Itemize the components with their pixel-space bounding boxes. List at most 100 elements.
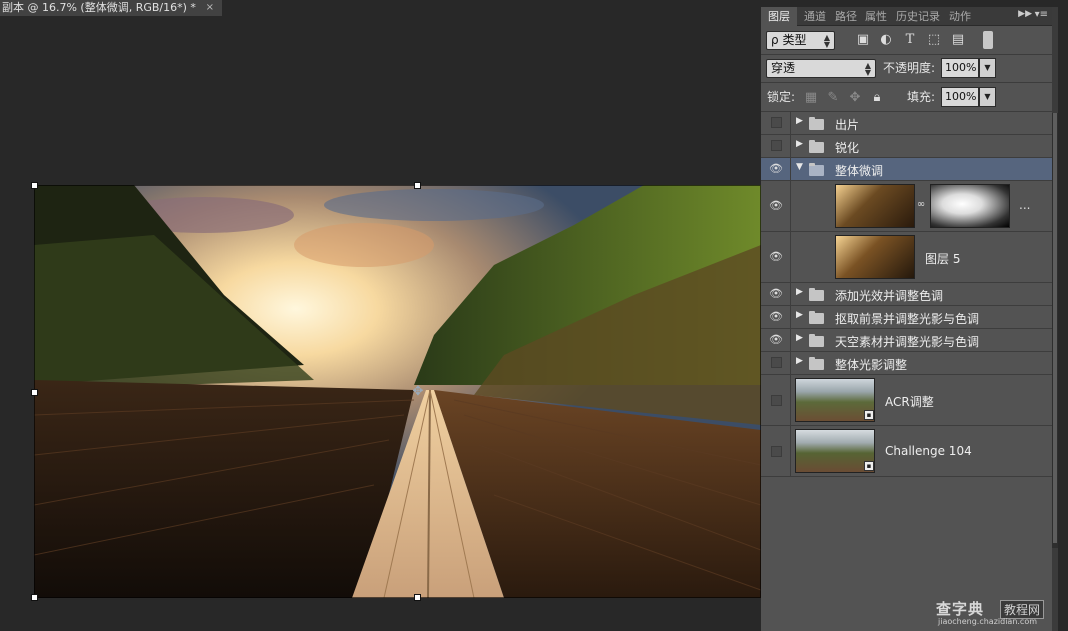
visibility-cell[interactable]: 👁︎: [761, 232, 791, 282]
fill-slider-button[interactable]: ▼: [979, 87, 996, 107]
visibility-off-box[interactable]: [771, 357, 782, 368]
transform-handle[interactable]: [31, 594, 38, 601]
layer-thumbnail[interactable]: [795, 429, 875, 473]
collapse-arrow-icon[interactable]: ▼: [796, 162, 806, 172]
lock-row: 锁定: ▦ ✎ ✥ 🔒︎ 填充: 100% ▼: [761, 83, 1052, 112]
eye-icon[interactable]: 👁︎: [769, 199, 783, 213]
lock-all-icon[interactable]: 🔒︎: [869, 90, 885, 106]
layer-group[interactable]: ▶ 出片: [761, 112, 1052, 135]
lock-label: 锁定:: [767, 90, 796, 104]
filter-shape-icon[interactable]: ⬚: [926, 32, 942, 48]
blend-mode-dropdown[interactable]: 穿透 ▲ ▼: [766, 59, 876, 78]
eye-icon[interactable]: 👁︎: [769, 250, 783, 264]
watermark: 查字典 教程网 jiaocheng.chazidian.com: [936, 598, 1062, 628]
lock-move-icon[interactable]: ✥: [847, 90, 863, 106]
layers-panel: 图层 通道 路径 属性 历史记录 动作 ▶▶ ▾≡ ρ 类型 ▲ ▼ ▣ ◐ T …: [761, 7, 1052, 550]
layer-group-selected[interactable]: 👁︎ ▼ 整体微调: [761, 158, 1052, 181]
layer-group[interactable]: 👁︎ ▶ 天空素材并调整光影与色调: [761, 329, 1052, 352]
tab-properties[interactable]: 属性: [861, 7, 891, 26]
fill-input[interactable]: 100%: [941, 87, 979, 107]
tab-actions[interactable]: 动作: [945, 7, 975, 26]
expand-arrow-icon[interactable]: ▶: [796, 333, 806, 343]
layer-mask-thumbnail[interactable]: [930, 184, 1010, 228]
lock-transparent-icon[interactable]: ▦: [803, 90, 819, 106]
visibility-off-box[interactable]: [771, 446, 782, 457]
visibility-cell[interactable]: [761, 352, 791, 374]
opacity-slider-button[interactable]: ▼: [979, 58, 996, 78]
layer-group[interactable]: 👁︎ ▶ 抠取前景并调整光影与色调: [761, 306, 1052, 329]
eye-icon[interactable]: 👁︎: [769, 287, 783, 301]
filter-toggle-switch[interactable]: [983, 31, 993, 49]
eye-icon[interactable]: 👁︎: [769, 162, 783, 176]
panel-menu-icon[interactable]: ▾≡: [1035, 9, 1048, 20]
document-tab[interactable]: 副本 @ 16.7% (整体微调, RGB/16*) * ×: [0, 0, 222, 16]
watermark-title: 查字典: [936, 600, 985, 618]
expand-arrow-icon[interactable]: ▶: [796, 310, 806, 320]
opacity-label: 不透明度:: [883, 61, 936, 75]
expand-arrow-icon[interactable]: ▶: [796, 356, 806, 366]
lock-brush-icon[interactable]: ✎: [825, 90, 841, 106]
transform-handle[interactable]: [414, 182, 421, 189]
tab-layers[interactable]: 图层: [761, 7, 797, 26]
layer-filter-row: ρ 类型 ▲ ▼ ▣ ◐ T ⬚ ▤: [761, 27, 1052, 55]
filter-pixel-icon[interactable]: ▣: [855, 32, 871, 48]
layer-thumbnail[interactable]: [795, 378, 875, 422]
blend-mode-value: 穿透: [771, 61, 796, 75]
layer-group[interactable]: 👁︎ ▶ 添加光效并调整色调: [761, 283, 1052, 306]
visibility-cell[interactable]: [761, 375, 791, 425]
collapse-panel-icon[interactable]: ▶▶: [1018, 9, 1032, 19]
layer-group[interactable]: ▶ 整体光影调整: [761, 352, 1052, 375]
folder-icon: [809, 288, 824, 301]
pixel-layer[interactable]: 👁︎ 图层 5: [761, 232, 1052, 283]
visibility-off-box[interactable]: [771, 140, 782, 151]
filter-adjustment-icon[interactable]: ◐: [878, 32, 894, 48]
transform-center-icon[interactable]: ✥: [411, 385, 425, 399]
folder-icon: [809, 334, 824, 347]
filter-kind-label: 类型: [782, 33, 807, 47]
layers-scrollbar-thumb[interactable]: [1053, 113, 1057, 543]
canvas-image[interactable]: [34, 185, 761, 598]
visibility-cell[interactable]: 👁︎: [761, 306, 791, 328]
expand-arrow-icon[interactable]: ▶: [796, 116, 806, 126]
visibility-cell[interactable]: 👁︎: [761, 329, 791, 351]
layer-name: 锐化: [835, 141, 860, 155]
visibility-cell[interactable]: [761, 135, 791, 157]
visibility-cell[interactable]: 👁︎: [761, 158, 791, 180]
chevron-updown-icon: ▲ ▼: [823, 33, 830, 49]
layer-thumbnail[interactable]: [835, 184, 915, 228]
smart-object-icon: ▪: [864, 461, 874, 471]
eye-icon[interactable]: 👁︎: [769, 310, 783, 324]
visibility-cell[interactable]: [761, 426, 791, 476]
panel-tabbar: 图层 通道 路径 属性 历史记录 动作 ▶▶ ▾≡: [761, 7, 1052, 26]
visibility-off-box[interactable]: [771, 117, 782, 128]
smart-object-layer[interactable]: ▪ Challenge 104: [761, 426, 1052, 477]
blend-row: 穿透 ▲ ▼ 不透明度: 100% ▼: [761, 55, 1052, 83]
layer-name: 天空素材并调整光影与色调: [835, 335, 980, 349]
tab-history[interactable]: 历史记录: [892, 7, 944, 26]
transform-handle[interactable]: [31, 182, 38, 189]
expand-arrow-icon[interactable]: ▶: [796, 287, 806, 297]
close-icon[interactable]: ×: [206, 0, 214, 16]
tab-channels[interactable]: 通道: [799, 7, 831, 26]
visibility-cell[interactable]: 👁︎: [761, 181, 791, 231]
smart-object-layer[interactable]: ▪ ACR调整: [761, 375, 1052, 426]
eye-icon[interactable]: 👁︎: [769, 333, 783, 347]
layer-name: 抠取前景并调整光影与色调: [835, 312, 980, 326]
filter-smart-object-icon[interactable]: ▤: [950, 32, 966, 48]
filter-kind-dropdown[interactable]: ρ 类型 ▲ ▼: [766, 31, 835, 50]
layer-name: 整体光影调整: [835, 358, 908, 372]
visibility-cell[interactable]: 👁︎: [761, 283, 791, 305]
link-icon[interactable]: ∞: [916, 199, 926, 210]
visibility-cell[interactable]: [761, 112, 791, 134]
visibility-off-box[interactable]: [771, 395, 782, 406]
filter-type-icon[interactable]: T: [902, 32, 918, 48]
folder-icon: [809, 117, 824, 130]
expand-arrow-icon[interactable]: ▶: [796, 139, 806, 149]
layer-thumbnail[interactable]: [835, 235, 915, 279]
adjustment-layer[interactable]: 👁︎ ∞ ...: [761, 181, 1052, 232]
opacity-input[interactable]: 100%: [941, 58, 979, 78]
tab-paths[interactable]: 路径: [832, 7, 860, 26]
transform-handle[interactable]: [31, 389, 38, 396]
transform-handle[interactable]: [414, 594, 421, 601]
layer-group[interactable]: ▶ 锐化: [761, 135, 1052, 158]
